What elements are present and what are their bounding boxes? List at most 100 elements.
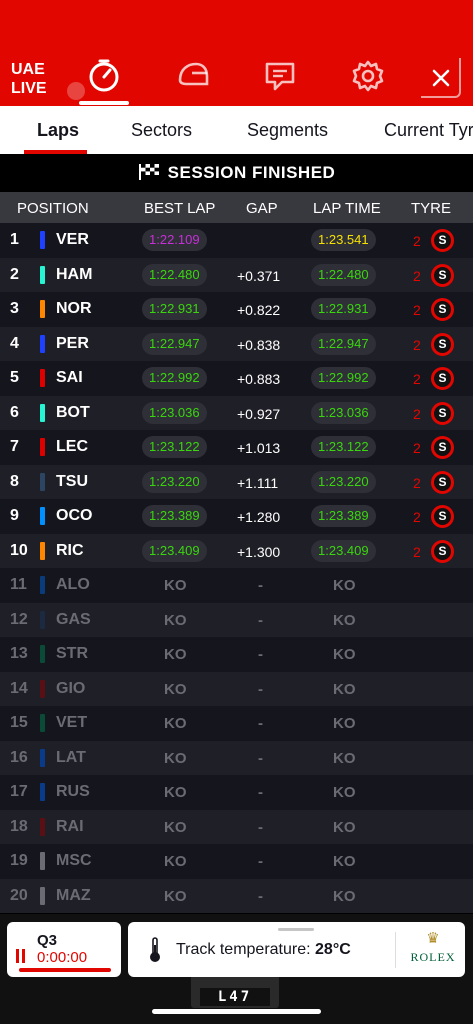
tab-current-tyres[interactable]: Current Tyres <box>384 120 473 141</box>
position: 2 <box>10 265 19 283</box>
lap-time: 1:22.992 <box>311 367 376 389</box>
table-row[interactable]: 9 OCO 1:23.389 +1.280 1:23.389 2 S <box>0 499 473 534</box>
lap-time: 1:23.036 <box>311 401 376 424</box>
thermometer-icon <box>150 937 160 962</box>
tab-segments[interactable]: Segments <box>247 120 328 141</box>
tyre-age: 2 <box>413 509 421 525</box>
driver-code: MAZ <box>56 886 91 904</box>
race-control-messages-icon[interactable] <box>262 58 298 94</box>
tyre-age: 2 <box>413 474 421 491</box>
team-color-bar <box>40 231 45 249</box>
table-row[interactable]: 19 MSC KO - KO <box>0 844 473 879</box>
table-row[interactable]: 10 RIC 1:23.409 +1.300 1:23.409 2 S <box>0 533 473 568</box>
driver-code: TSU <box>56 472 88 490</box>
table-row[interactable]: 16 LAT KO - KO <box>0 740 473 775</box>
position: 19 <box>10 852 28 869</box>
tyre-age: 2 <box>413 405 421 422</box>
home-indicator[interactable] <box>152 1009 321 1014</box>
best-lap: KO <box>164 646 187 663</box>
session-clock-card[interactable]: Q3 0:00:00 <box>7 922 121 977</box>
table-row[interactable]: 7 LEC 1:23.122 +1.013 1:23.122 2 S <box>0 430 473 465</box>
lap-time: 1:22.931 <box>311 298 376 320</box>
tab-bar: Laps Sectors Segments Current Tyres <box>0 106 473 154</box>
team-color-bar <box>40 541 45 560</box>
soft-tyre-icon: S <box>431 298 454 321</box>
tyre-age: 2 <box>413 302 421 318</box>
pause-icon <box>16 949 27 963</box>
session-status-text: SESSION FINISHED <box>167 163 336 182</box>
live-dot-icon <box>67 82 85 100</box>
team-color-bar <box>40 576 45 594</box>
table-row[interactable]: 2 HAM 1:22.480 +0.371 1:22.480 2 S <box>0 257 473 292</box>
position: 12 <box>10 610 28 628</box>
tyre-age: 2 <box>413 336 421 353</box>
gap: - <box>258 680 263 698</box>
gap: +0.822 <box>237 302 281 318</box>
track-temperature-card[interactable]: Track temperature: 28°C ♛ ROLEX <box>128 922 465 977</box>
table-row[interactable]: 14 GIO KO - KO <box>0 671 473 706</box>
table-row[interactable]: 11 ALO KO - KO <box>0 568 473 603</box>
lap-time: 1:23.122 <box>311 436 376 458</box>
position: 11 <box>10 576 27 593</box>
gap: +1.013 <box>237 440 281 456</box>
soft-tyre-icon: S <box>431 401 454 425</box>
timing-icon[interactable] <box>86 58 122 94</box>
table-row[interactable]: 13 STR KO - KO <box>0 637 473 672</box>
best-lap: KO <box>164 853 187 870</box>
table-row[interactable]: 17 RUS KO - KO <box>0 775 473 810</box>
best-lap: 1:22.480 <box>142 263 207 286</box>
best-lap: KO <box>164 611 187 629</box>
best-lap: 1:23.409 <box>142 539 207 562</box>
tab-laps[interactable]: Laps <box>37 120 79 141</box>
lap-time: 1:23.389 <box>311 505 376 527</box>
close-button[interactable] <box>421 58 461 98</box>
team-color-bar <box>40 403 45 422</box>
table-row[interactable]: 18 RAI KO - KO <box>0 809 473 844</box>
active-section-indicator <box>79 101 129 105</box>
drag-handle[interactable] <box>278 928 314 931</box>
best-lap: 1:23.389 <box>142 505 207 527</box>
lap-time: 1:23.220 <box>311 470 376 493</box>
table-row[interactable]: 15 VET KO - KO <box>0 706 473 741</box>
gap: - <box>258 577 263 594</box>
live-label: LIVE <box>11 80 47 97</box>
table-row[interactable]: 4 PER 1:22.947 +0.838 1:22.947 2 S <box>0 326 473 361</box>
session-progress-bar <box>19 968 111 972</box>
lap-time: 1:22.947 <box>311 332 376 355</box>
driver-helmet-icon[interactable] <box>175 58 211 94</box>
driver-code: GIO <box>56 679 86 697</box>
rolex-logo: ♛ ROLEX <box>403 931 463 965</box>
team-color-bar <box>40 369 45 387</box>
driver-code: OCO <box>56 507 93 524</box>
team-color-bar <box>40 472 45 491</box>
tyre-age: 2 <box>413 371 421 387</box>
table-row[interactable]: 6 BOT 1:23.036 +0.927 1:23.036 2 S <box>0 395 473 430</box>
team-color-bar <box>40 265 45 284</box>
tab-sectors[interactable]: Sectors <box>131 120 192 141</box>
gap: - <box>258 646 263 663</box>
best-lap: 1:22.109 <box>142 229 207 251</box>
tyre-age: 2 <box>413 543 421 560</box>
temp-label: Track temperature: <box>176 941 311 958</box>
settings-icon[interactable] <box>350 58 386 94</box>
driver-code: LAT <box>56 748 86 766</box>
best-lap: 1:22.931 <box>142 298 207 320</box>
tyre-age: 2 <box>413 233 421 249</box>
driver-code: RAI <box>56 817 84 835</box>
table-row[interactable]: 1 VER 1:22.109 1:23.541 2 S <box>0 223 473 258</box>
driver-code: SAI <box>56 369 83 386</box>
table-row[interactable]: 20 MAZ KO - KO <box>0 878 473 913</box>
table-row[interactable]: 12 GAS KO - KO <box>0 602 473 637</box>
position: 13 <box>10 645 28 662</box>
table-row[interactable]: 3 NOR 1:22.931 +0.822 1:22.931 2 S <box>0 292 473 327</box>
gap: +1.280 <box>237 509 281 525</box>
lap-time: KO <box>333 577 356 594</box>
table-row[interactable]: 5 SAI 1:22.992 +0.883 1:22.992 2 S <box>0 361 473 396</box>
team-color-bar <box>40 645 45 663</box>
live-indicator[interactable]: UAE LIVE <box>11 60 85 100</box>
soft-tyre-icon: S <box>431 539 454 563</box>
table-row[interactable]: 8 TSU 1:23.220 +1.111 1:23.220 2 S <box>0 464 473 499</box>
team-color-bar <box>40 714 45 732</box>
gap: +0.927 <box>237 405 281 422</box>
sponsor-divider <box>395 932 396 968</box>
